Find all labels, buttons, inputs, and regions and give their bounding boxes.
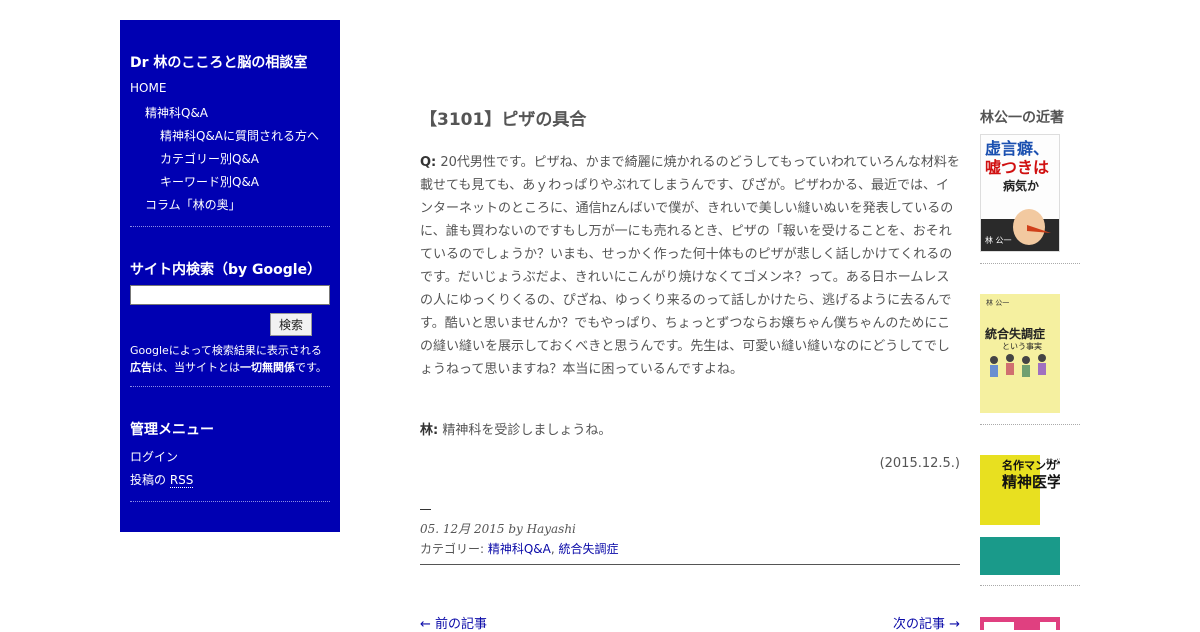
- book-cover-4[interactable]: [980, 617, 1060, 630]
- category-link[interactable]: 精神科Q&A: [488, 542, 551, 556]
- rss-link[interactable]: 投稿の RSS: [130, 471, 194, 488]
- book-2-subtitle: という事実: [1002, 342, 1042, 351]
- book-cover-4-art: [980, 619, 1060, 630]
- book-1-title: 虚言癖、 嘘つきは 病気か: [985, 139, 1050, 193]
- search-heading: サイト内検索（by Google）: [130, 262, 322, 278]
- book-2-title: 統合失調症: [985, 327, 1046, 341]
- nav-home[interactable]: HOME: [130, 81, 166, 95]
- book-cover-1[interactable]: 虚言癖、 嘘つきは 病気か 林 公一: [980, 134, 1060, 252]
- question-text: Q: 20代男性です。ピザね、かまで綺麗に焼かれるのどうしてもっていわれていろん…: [420, 155, 960, 377]
- nav-qa-guide[interactable]: 精神科Q&Aに質問される方へ: [160, 127, 319, 144]
- meta-dash: [420, 509, 431, 510]
- divider: [130, 226, 330, 227]
- article-divider: [420, 564, 960, 565]
- post-categories: カテゴリー: 精神科Q&A, 統合失調症: [420, 542, 619, 556]
- prev-post-link[interactable]: ← 前の記事: [420, 613, 487, 632]
- book-1-author: 林 公一: [985, 236, 1012, 245]
- search-disclaimer: Googleによって検索結果に表示される広告は、当サイトとは一切無関係です。: [130, 344, 327, 374]
- site-title: Dr 林のこころと脳の相談室: [130, 55, 308, 71]
- admin-heading: 管理メニュー: [130, 422, 214, 438]
- answer-text: 林: 精神科を受診しましょうね。: [420, 423, 612, 438]
- next-post-link[interactable]: 次の記事 →: [893, 613, 960, 632]
- divider: [980, 424, 1080, 425]
- left-sidebar: Dr 林のこころと脳の相談室 HOME 精神科Q&A 精神科Q&Aに質問される方…: [120, 20, 340, 532]
- nav-column[interactable]: コラム「林の奥」: [145, 196, 241, 213]
- books-heading: 林公一の近著: [980, 110, 1064, 126]
- search-input[interactable]: [130, 285, 330, 305]
- divider: [130, 501, 330, 502]
- book-2-author: 林 公一: [986, 299, 1010, 307]
- divider: [980, 263, 1080, 264]
- post-meta: 05. 12月 2015 by Hayashi: [420, 522, 576, 536]
- divider: [980, 585, 1080, 586]
- post-date: (2015.12.5.): [879, 456, 960, 471]
- post-title: 【3101】ピザの具合: [420, 110, 587, 130]
- login-link[interactable]: ログイン: [130, 448, 178, 465]
- book-3-author: 林 公一: [1046, 458, 1060, 466]
- nav-keyword-qa[interactable]: キーワード別Q&A: [160, 173, 259, 190]
- divider: [130, 386, 330, 387]
- book-cover-2-art: [980, 294, 1060, 413]
- nav-qa[interactable]: 精神科Q&A: [145, 104, 208, 121]
- book-cover-3[interactable]: 名作マンガで 精神医学 林 公一: [980, 455, 1060, 575]
- search-button[interactable]: 検索: [270, 313, 312, 336]
- nav-category-qa[interactable]: カテゴリー別Q&A: [160, 150, 259, 167]
- book-cover-2[interactable]: 林 公一 統合失調症 という事実: [980, 294, 1060, 413]
- category-link[interactable]: 統合失調症: [559, 542, 619, 556]
